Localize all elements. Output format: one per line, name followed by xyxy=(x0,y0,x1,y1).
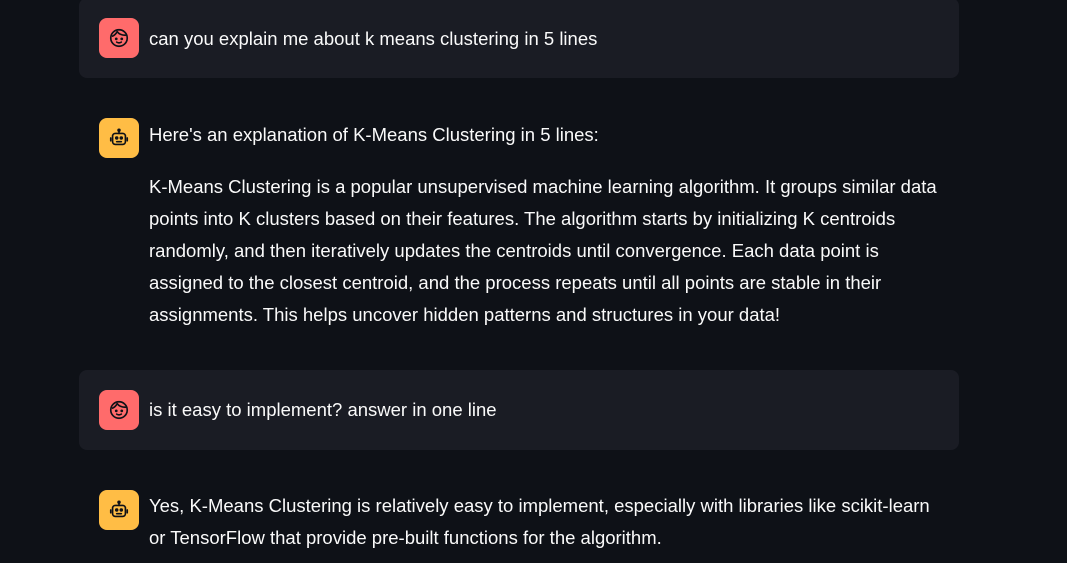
message-paragraph: can you explain me about k means cluster… xyxy=(149,28,598,49)
message-paragraph: Yes, K-Means Clustering is relatively ea… xyxy=(149,495,930,548)
user-face-icon xyxy=(109,28,129,48)
chat-container: can you explain me about k means cluster… xyxy=(0,0,1067,563)
assistant-avatar xyxy=(99,490,139,530)
message-text: is it easy to implement? answer in one l… xyxy=(149,394,945,426)
user-avatar xyxy=(99,18,139,58)
robot-icon xyxy=(109,500,129,518)
chat-message-assistant: Yes, K-Means Clustering is relatively ea… xyxy=(79,472,959,563)
message-text: Here's an explanation of K-Means Cluster… xyxy=(149,119,945,331)
message-paragraph: K-Means Clustering is a popular unsuperv… xyxy=(149,176,937,325)
chat-message-assistant: Here's an explanation of K-Means Cluster… xyxy=(79,100,959,340)
message-text: Yes, K-Means Clustering is relatively ea… xyxy=(149,490,945,554)
message-paragraph: is it easy to implement? answer in one l… xyxy=(149,399,497,420)
user-avatar xyxy=(99,390,139,430)
message-paragraph: Here's an explanation of K-Means Cluster… xyxy=(149,124,599,145)
robot-icon xyxy=(109,128,129,146)
message-text: can you explain me about k means cluster… xyxy=(149,23,945,55)
chat-message-user: can you explain me about k means cluster… xyxy=(79,0,959,78)
user-face-icon xyxy=(109,400,129,420)
chat-message-user: is it easy to implement? answer in one l… xyxy=(79,370,959,450)
assistant-avatar xyxy=(99,118,139,158)
